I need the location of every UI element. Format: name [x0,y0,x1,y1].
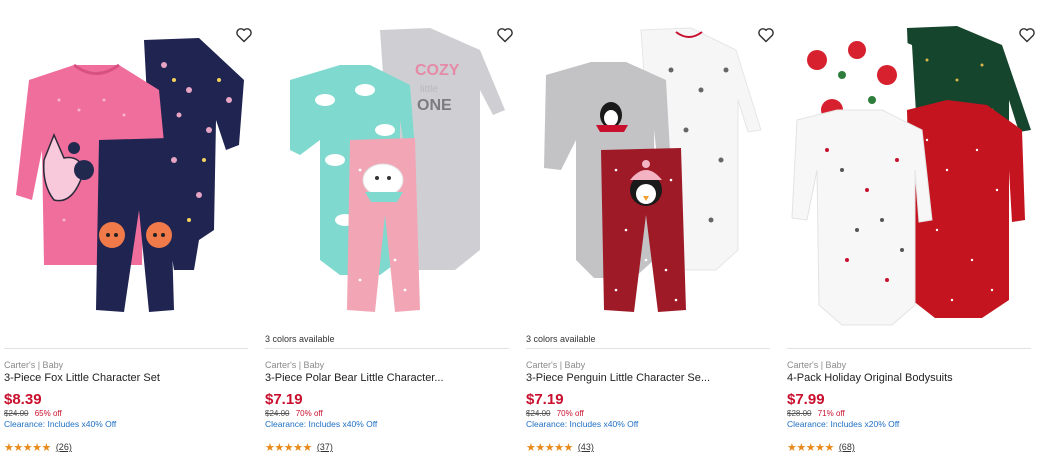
divider [265,348,509,349]
heart-outline-icon[interactable] [757,27,775,43]
clearance-info: Clearance: Includes x40% Off [526,419,639,429]
svg-text:little: little [420,84,438,95]
star-rating-icon: ★★★★★ [526,441,573,454]
star-rating-icon: ★★★★★ [787,441,834,454]
product-card[interactable]: 3 colors available Carter's | Baby 3-Pie… [526,20,774,471]
discount-label: 65% off [34,409,62,418]
rating: ★★★★★ (26) [4,441,72,454]
product-card[interactable]: Carter's | Baby 4-Pack Holiday Original … [787,20,1035,471]
heart-outline-icon[interactable] [496,27,514,43]
product-card[interactable]: COZY little ONE 3 colors available Carte… [265,20,513,471]
product-name-link[interactable]: 3-Piece Penguin Little Character Se... [526,372,770,384]
heart-outline-icon[interactable] [235,27,253,43]
product-brand: Carter's | Baby [787,360,847,370]
sale-price: $8.39 [4,391,42,408]
product-grid: Carter's | Baby 3-Piece Fox Little Chara… [0,0,1050,471]
price-details: $24.00 65% off [4,409,62,418]
discount-label: 70% off [295,409,323,418]
product-brand: Carter's | Baby [526,360,586,370]
review-count-link[interactable]: (26) [56,442,72,452]
original-price: $24.00 [265,409,290,418]
product-image[interactable] [526,20,770,330]
original-price: $28.00 [787,409,812,418]
star-rating-icon: ★★★★★ [4,441,51,454]
review-count-link[interactable]: (43) [578,442,594,452]
divider [4,348,248,349]
heart-outline-icon[interactable] [1018,27,1036,43]
price-details: $28.00 71% off [787,409,845,418]
sale-price: $7.99 [787,391,825,408]
review-count-link[interactable]: (68) [839,442,855,452]
colors-available: 3 colors available [526,334,596,344]
sale-price: $7.19 [526,391,564,408]
product-name-link[interactable]: 4-Pack Holiday Original Bodysuits [787,372,1031,384]
sale-price: $7.19 [265,391,303,408]
svg-text:COZY: COZY [415,62,460,79]
product-name-link[interactable]: 3-Piece Polar Bear Little Character... [265,372,509,384]
discount-label: 70% off [556,409,584,418]
colors-available: 3 colors available [265,334,335,344]
divider [526,348,770,349]
product-card[interactable]: Carter's | Baby 3-Piece Fox Little Chara… [4,20,252,471]
rating: ★★★★★ (43) [526,441,594,454]
price-details: $24.00 70% off [265,409,323,418]
discount-label: 71% off [817,409,845,418]
product-image[interactable]: COZY little ONE [265,20,509,330]
svg-text:ONE: ONE [417,97,452,114]
price-details: $24.00 70% off [526,409,584,418]
rating: ★★★★★ (37) [265,441,333,454]
star-rating-icon: ★★★★★ [265,441,312,454]
divider [787,348,1031,349]
original-price: $24.00 [526,409,551,418]
product-image[interactable] [4,20,248,330]
product-brand: Carter's | Baby [4,360,64,370]
clearance-info: Clearance: Includes x40% Off [4,419,117,429]
review-count-link[interactable]: (37) [317,442,333,452]
product-name-link[interactable]: 3-Piece Fox Little Character Set [4,372,248,384]
rating: ★★★★★ (68) [787,441,855,454]
product-brand: Carter's | Baby [265,360,325,370]
clearance-info: Clearance: Includes x20% Off [787,419,900,429]
product-image[interactable] [787,20,1031,330]
clearance-info: Clearance: Includes x40% Off [265,419,378,429]
original-price: $24.00 [4,409,29,418]
